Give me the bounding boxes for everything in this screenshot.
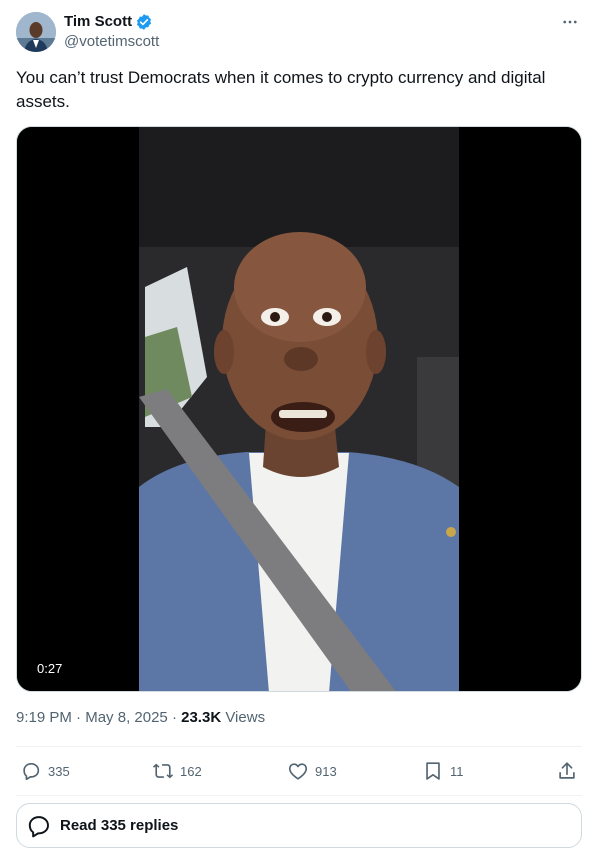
views-count[interactable]: 23.3K xyxy=(181,709,221,726)
more-icon[interactable] xyxy=(560,12,580,32)
share-icon xyxy=(559,762,575,779)
tweet-header: Tim Scott @votetimscott xyxy=(16,12,582,54)
video-frame xyxy=(17,127,581,691)
meta-separator: · xyxy=(171,709,177,726)
tweet-meta: 9:19 PM · May 8, 2025 · 23.3K Views xyxy=(16,708,265,728)
display-name[interactable]: Tim Scott xyxy=(64,13,132,31)
handle[interactable]: @votetimscott xyxy=(64,32,159,52)
divider xyxy=(16,746,582,747)
tweet-text: You can’t trust Democrats when it comes … xyxy=(16,68,546,111)
reply-icon xyxy=(23,763,40,781)
tweet-date[interactable]: May 8, 2025 xyxy=(85,709,168,726)
video-player[interactable]: 0:27 xyxy=(16,126,582,692)
bookmark-button[interactable]: 11 xyxy=(422,756,464,786)
avatar[interactable] xyxy=(16,12,56,52)
read-replies-icon xyxy=(28,815,49,837)
bookmark-count: 11 xyxy=(450,763,464,779)
action-bar: 335 162 913 11 xyxy=(16,756,582,786)
video-duration: 0:27 xyxy=(31,659,69,679)
bookmark-icon xyxy=(426,762,440,780)
views-label: Views xyxy=(225,709,266,726)
meta-separator: · xyxy=(76,709,82,726)
like-icon xyxy=(288,763,308,780)
reply-button[interactable]: 335 xyxy=(20,756,70,786)
repost-button[interactable]: 162 xyxy=(152,756,202,786)
repost-icon xyxy=(152,763,174,779)
repost-count: 162 xyxy=(180,763,202,779)
divider xyxy=(16,795,582,796)
tweet-time[interactable]: 9:19 PM xyxy=(16,709,72,726)
verified-badge-icon xyxy=(135,13,153,31)
read-replies-button[interactable]: Read 335 replies xyxy=(16,803,582,848)
like-count: 913 xyxy=(315,763,337,779)
read-replies-label: Read 335 replies xyxy=(60,817,179,834)
share-button[interactable] xyxy=(556,756,578,786)
like-button[interactable]: 913 xyxy=(287,756,337,786)
reply-count: 335 xyxy=(48,763,70,779)
